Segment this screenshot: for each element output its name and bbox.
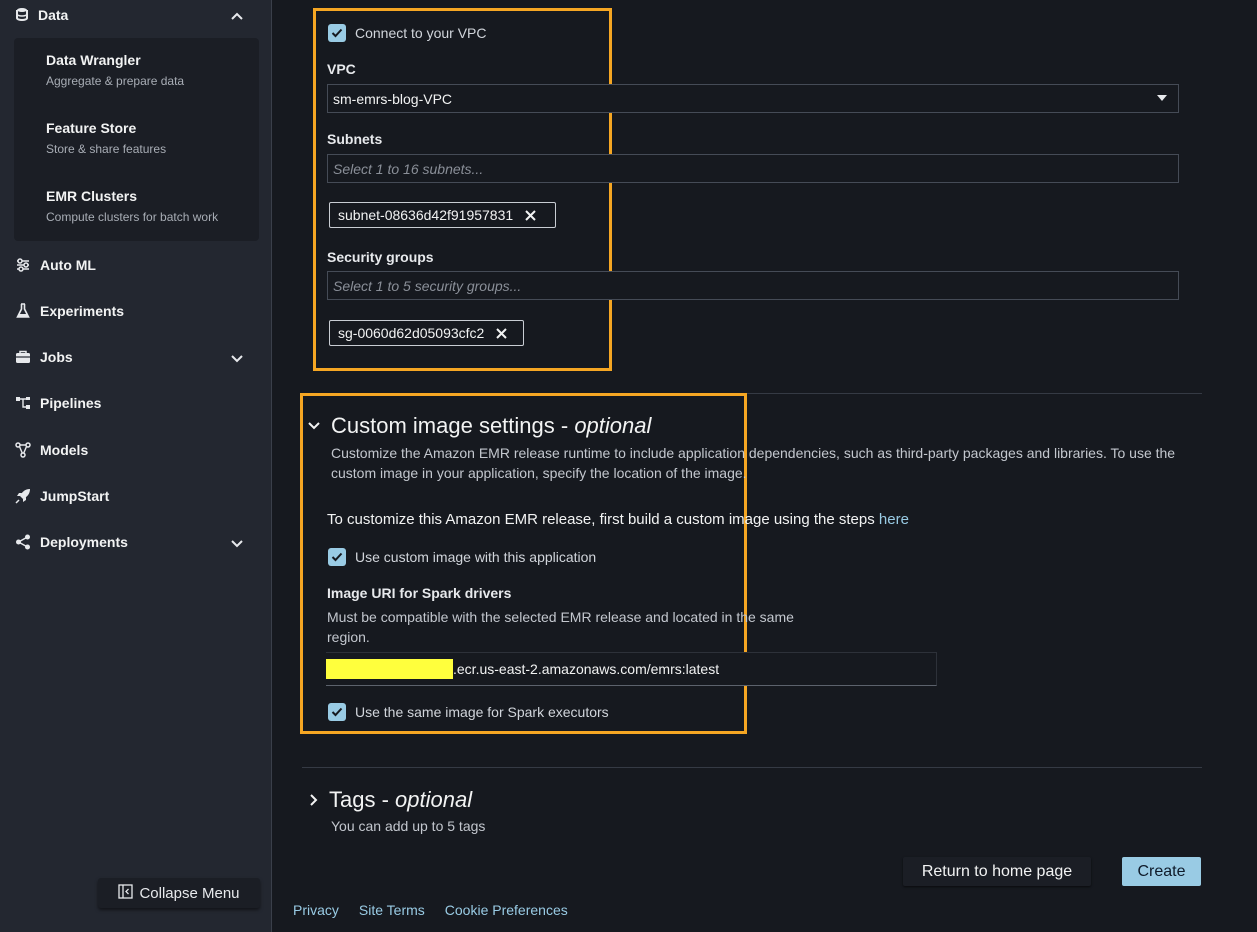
custom-image-title-optional: optional (574, 413, 652, 438)
submenu-item-title: Feature Store (46, 120, 137, 136)
create-button[interactable]: Create (1122, 857, 1201, 886)
sidebar-item-pipelines[interactable]: Pipelines (14, 391, 101, 415)
app-root: Data Data Wrangler Aggregate & prepare d… (0, 0, 1257, 932)
steps-here-link[interactable]: here (879, 511, 909, 528)
subnets-input[interactable]: Select 1 to 16 subnets... (327, 154, 1179, 183)
image-uri-input[interactable]: .ecr.us-east-2.amazonaws.com/emrs:latest (326, 652, 937, 686)
connect-vpc-label: Connect to your VPC (355, 25, 487, 41)
jobs-icon (14, 350, 32, 364)
sidebar-item-models[interactable]: Models (14, 438, 88, 462)
submenu-item-desc: Aggregate & prepare data (46, 74, 185, 88)
automl-icon (14, 257, 32, 273)
return-home-button[interactable]: Return to home page (903, 857, 1091, 886)
sidebar-item-label: Auto ML (40, 257, 96, 273)
subnet-token: subnet-08636d42f91957831 (329, 202, 556, 228)
chevron-right-icon (309, 793, 319, 807)
submenu-item-emr-clusters[interactable]: EMR Clusters Compute clusters for batch … (46, 188, 218, 224)
same-image-executors-checkbox[interactable] (328, 703, 346, 721)
sidebar-item-label: Jobs (40, 349, 73, 365)
custom-image-desc-line: custom image in your application, specif… (331, 465, 747, 481)
caret-down-icon (1156, 91, 1168, 107)
custom-image-description: Customize the Amazon EMR release runtime… (331, 443, 1201, 483)
site-terms-link[interactable]: Site Terms (359, 902, 425, 918)
subnets-placeholder: Select 1 to 16 subnets... (333, 160, 484, 177)
sidebar-item-label: JumpStart (40, 488, 110, 504)
subnets-label: Subnets (327, 131, 383, 147)
custom-image-title: Custom image settings - (331, 413, 575, 438)
pipelines-icon (14, 395, 32, 411)
nav-section-data-label: Data (38, 7, 69, 23)
security-group-token: sg-0060d62d05093cfc2 (329, 320, 524, 346)
database-icon (16, 7, 28, 24)
security-groups-input[interactable]: Select 1 to 5 security groups... (327, 271, 1179, 300)
image-uri-value: .ecr.us-east-2.amazonaws.com/emrs:latest (453, 661, 720, 677)
tags-description: You can add up to 5 tags (331, 818, 486, 834)
rocket-icon (14, 488, 32, 504)
vpc-select[interactable]: sm-emrs-blog-VPC (327, 84, 1179, 113)
nav-section-data[interactable]: Data (16, 0, 68, 30)
vpc-select-value: sm-emrs-blog-VPC (333, 90, 453, 107)
close-icon[interactable] (525, 209, 536, 221)
collapse-icon (118, 883, 134, 903)
data-submenu: Data Wrangler Aggregate & prepare data F… (14, 38, 259, 241)
same-image-executors-label: Use the same image for Spark executors (355, 704, 609, 720)
footer: Privacy Site Terms Cookie Preferences (293, 902, 588, 918)
custom-image-section-header[interactable]: Custom image settings - optional (307, 413, 651, 439)
close-icon[interactable] (496, 327, 508, 339)
privacy-link[interactable]: Privacy (293, 902, 339, 918)
sidebar: Data Data Wrangler Aggregate & prepare d… (0, 0, 272, 932)
sidebar-item-deployments[interactable]: Deployments (14, 530, 128, 554)
chevron-up-icon[interactable] (230, 8, 244, 26)
sidebar-item-label: Models (40, 442, 89, 458)
sidebar-item-label: Pipelines (40, 395, 102, 411)
vpc-label: VPC (327, 61, 356, 77)
chevron-down-icon (307, 421, 321, 431)
tags-section-header[interactable]: Tags - optional (309, 787, 472, 813)
security-groups-label: Security groups (327, 249, 434, 265)
submenu-item-desc: Store & share features (46, 142, 167, 156)
submenu-item-feature-store[interactable]: Feature Store Store & share features (46, 120, 166, 156)
sidebar-item-jobs[interactable]: Jobs (14, 345, 73, 369)
image-uri-label: Image URI for Spark drivers (327, 585, 512, 601)
use-custom-image-label: Use custom image with this application (355, 549, 597, 565)
custom-image-steps-text: To customize this Amazon EMR release, fi… (327, 511, 879, 528)
connect-vpc-checkbox[interactable] (328, 24, 346, 42)
submenu-item-title: Data Wrangler (46, 52, 141, 68)
image-uri-desc-line: region. (327, 629, 370, 645)
submenu-item-desc: Compute clusters for batch work (46, 210, 219, 224)
sidebar-item-experiments[interactable]: Experiments (14, 299, 124, 323)
share-icon (14, 534, 32, 550)
security-groups-placeholder: Select 1 to 5 security groups... (333, 277, 522, 294)
redaction-highlight (326, 659, 453, 679)
security-group-token-label: sg-0060d62d05093cfc2 (338, 325, 485, 341)
sidebar-item-label: Deployments (40, 534, 128, 550)
image-uri-description: Must be compatible with the selected EMR… (327, 607, 827, 647)
sidebar-item-jumpstart[interactable]: JumpStart (14, 484, 109, 508)
tags-title: Tags - (329, 787, 396, 812)
tags-title-optional: optional (395, 787, 473, 812)
submenu-item-title: EMR Clusters (46, 188, 138, 204)
sidebar-item-label: Experiments (40, 303, 125, 319)
section-divider (302, 767, 1202, 768)
custom-image-desc-line: Customize the Amazon EMR release runtime… (331, 445, 1176, 461)
collapse-menu-label: Collapse Menu (139, 884, 240, 902)
collapse-menu-button[interactable]: Collapse Menu (98, 878, 260, 908)
use-custom-image-checkbox[interactable] (328, 548, 346, 566)
sidebar-item-auto-ml[interactable]: Auto ML (14, 253, 96, 277)
models-icon (14, 442, 32, 458)
submenu-item-data-wrangler[interactable]: Data Wrangler Aggregate & prepare data (46, 52, 184, 88)
custom-image-steps: To customize this Amazon EMR release, fi… (327, 511, 909, 528)
cookie-preferences-link[interactable]: Cookie Preferences (445, 902, 568, 918)
chevron-down-icon[interactable] (230, 351, 244, 369)
vpc-highlight-box (313, 8, 612, 371)
chevron-down-icon[interactable] (230, 536, 244, 554)
subnet-token-label: subnet-08636d42f91957831 (338, 207, 514, 223)
flask-icon (14, 303, 32, 319)
image-uri-desc-line: Must be compatible with the selected EMR… (327, 609, 794, 625)
